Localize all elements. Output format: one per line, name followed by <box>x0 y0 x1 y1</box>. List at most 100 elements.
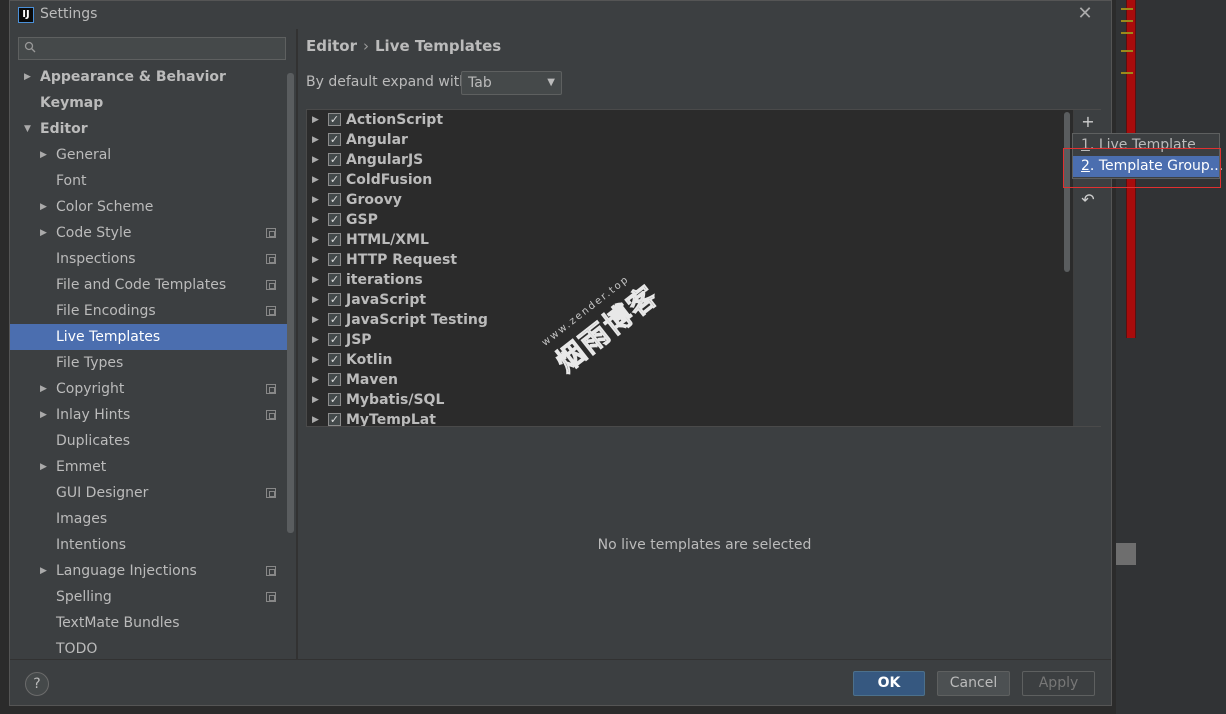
chevron-right-icon[interactable]: ▶ <box>40 558 52 584</box>
sidebar-item[interactable]: GUI Designer <box>10 480 294 506</box>
template-group-row[interactable]: ▶ ✓ HTTP Request <box>307 250 1071 270</box>
group-checkbox[interactable]: ✓ <box>328 233 341 246</box>
group-checkbox[interactable]: ✓ <box>328 133 341 146</box>
chevron-right-icon[interactable]: ▶ <box>312 410 319 426</box>
sidebar-item[interactable]: File Types <box>10 350 294 376</box>
template-group-row[interactable]: ▶ ✓ Maven <box>307 370 1071 390</box>
sidebar-item[interactable]: Live Templates <box>10 324 294 350</box>
search-icon <box>24 41 38 55</box>
sidebar-item[interactable]: Keymap <box>10 90 294 116</box>
sidebar-item-label: Emmet <box>56 459 107 475</box>
group-checkbox[interactable]: ✓ <box>328 293 341 306</box>
sidebar-item[interactable]: Inspections <box>10 246 294 272</box>
template-group-row[interactable]: ▶ ✓ AngularJS <box>307 150 1071 170</box>
sidebar-item[interactable]: Duplicates <box>10 428 294 454</box>
undo-icon[interactable]: ↶ <box>1078 190 1098 210</box>
template-group-row[interactable]: ▶ ✓ iterations <box>307 270 1071 290</box>
group-checkbox[interactable]: ✓ <box>328 393 341 406</box>
chevron-right-icon[interactable]: ▶ <box>312 110 319 130</box>
group-checkbox[interactable]: ✓ <box>328 333 341 346</box>
search-input[interactable] <box>43 38 281 59</box>
group-checkbox[interactable]: ✓ <box>328 353 341 366</box>
template-group-row[interactable]: ▶ ✓ JavaScript <box>307 290 1071 310</box>
chevron-right-icon[interactable]: ▶ <box>312 350 319 370</box>
group-checkbox[interactable]: ✓ <box>328 213 341 226</box>
template-group-row[interactable]: ▶ ✓ ColdFusion <box>307 170 1071 190</box>
sidebar-item[interactable]: ▶ Inlay Hints <box>10 402 294 428</box>
project-scope-icon <box>266 280 276 290</box>
breadcrumb-current: Live Templates <box>375 37 502 55</box>
group-checkbox[interactable]: ✓ <box>328 373 341 386</box>
chevron-right-icon[interactable]: ▶ <box>40 220 52 246</box>
chevron-right-icon[interactable]: ▶ <box>40 142 52 168</box>
sidebar-item[interactable]: Font <box>10 168 294 194</box>
editor-background-left <box>0 0 9 714</box>
chevron-right-icon[interactable]: ▶ <box>312 330 319 350</box>
template-group-row[interactable]: ▶ ✓ Groovy <box>307 190 1071 210</box>
sidebar-item[interactable]: ▶ Language Injections <box>10 558 294 584</box>
group-checkbox[interactable]: ✓ <box>328 253 341 266</box>
group-checkbox[interactable]: ✓ <box>328 193 341 206</box>
chevron-right-icon[interactable]: ▶ <box>312 150 319 170</box>
template-group-row[interactable]: ▶ ✓ JavaScript Testing <box>307 310 1071 330</box>
group-checkbox[interactable]: ✓ <box>328 313 341 326</box>
sidebar-item[interactable]: Spelling <box>10 584 294 610</box>
apply-button[interactable]: Apply <box>1022 671 1095 696</box>
chevron-right-icon[interactable]: ▶ <box>24 64 36 90</box>
close-button[interactable]: ✕ <box>1075 3 1095 25</box>
sidebar-item[interactable]: Intentions <box>10 532 294 558</box>
group-checkbox[interactable]: ✓ <box>328 413 341 426</box>
template-group-row[interactable]: ▶ ✓ Kotlin <box>307 350 1071 370</box>
chevron-down-icon[interactable]: ▼ <box>24 116 36 142</box>
template-group-label: JSP <box>346 332 372 348</box>
search-box[interactable] <box>18 37 286 60</box>
chevron-right-icon[interactable]: ▶ <box>312 210 319 230</box>
sidebar-item[interactable]: TextMate Bundles <box>10 610 294 636</box>
template-group-row[interactable]: ▶ ✓ HTML/XML <box>307 230 1071 250</box>
expand-with-dropdown[interactable]: Tab ▼ <box>461 71 562 95</box>
template-group-row[interactable]: ▶ ✓ Mybatis/SQL <box>307 390 1071 410</box>
sidebar-item[interactable]: File and Code Templates <box>10 272 294 298</box>
sidebar-item[interactable]: ▶ Appearance & Behavior <box>10 64 294 90</box>
help-button[interactable]: ? <box>25 672 49 696</box>
sidebar-item[interactable]: File Encodings <box>10 298 294 324</box>
chevron-right-icon[interactable]: ▶ <box>312 250 319 270</box>
sidebar-item[interactable]: ▶ Copyright <box>10 376 294 402</box>
sidebar-item[interactable]: ▶ Color Scheme <box>10 194 294 220</box>
sidebar-scrollbar[interactable] <box>287 73 294 533</box>
sidebar-item[interactable]: Images <box>10 506 294 532</box>
template-group-row[interactable]: ▶ ✓ MyTempLat <box>307 410 1071 426</box>
sidebar-item[interactable]: ▶ Emmet <box>10 454 294 480</box>
group-checkbox[interactable]: ✓ <box>328 113 341 126</box>
chevron-right-icon[interactable]: ▶ <box>40 376 52 402</box>
chevron-right-icon[interactable]: ▶ <box>312 270 319 290</box>
group-checkbox[interactable]: ✓ <box>328 273 341 286</box>
ok-button[interactable]: OK <box>853 671 925 696</box>
chevron-right-icon[interactable]: ▶ <box>40 454 52 480</box>
chevron-right-icon[interactable]: ▶ <box>312 190 319 210</box>
template-group-row[interactable]: ▶ ✓ GSP <box>307 210 1071 230</box>
chevron-right-icon[interactable]: ▶ <box>312 390 319 410</box>
add-icon[interactable]: + <box>1078 112 1098 132</box>
template-group-row[interactable]: ▶ ✓ JSP <box>307 330 1071 350</box>
sidebar-item-label: Duplicates <box>56 433 130 449</box>
chevron-right-icon[interactable]: ▶ <box>312 130 319 150</box>
sidebar-item-label: Font <box>56 173 87 189</box>
template-group-row[interactable]: ▶ ✓ ActionScript <box>307 110 1071 130</box>
templates-scrollbar[interactable] <box>1064 112 1070 272</box>
group-checkbox[interactable]: ✓ <box>328 173 341 186</box>
chevron-right-icon[interactable]: ▶ <box>312 370 319 390</box>
chevron-right-icon[interactable]: ▶ <box>312 230 319 250</box>
sidebar-item[interactable]: ▶ Code Style <box>10 220 294 246</box>
chevron-right-icon[interactable]: ▶ <box>312 310 319 330</box>
scroll-thumb <box>1116 543 1136 565</box>
group-checkbox[interactable]: ✓ <box>328 153 341 166</box>
chevron-right-icon[interactable]: ▶ <box>312 170 319 190</box>
sidebar-item[interactable]: ▶ General <box>10 142 294 168</box>
template-group-row[interactable]: ▶ ✓ Angular <box>307 130 1071 150</box>
chevron-right-icon[interactable]: ▶ <box>40 194 52 220</box>
chevron-right-icon[interactable]: ▶ <box>40 402 52 428</box>
chevron-right-icon[interactable]: ▶ <box>312 290 319 310</box>
cancel-button[interactable]: Cancel <box>937 671 1010 696</box>
sidebar-item[interactable]: ▼ Editor <box>10 116 294 142</box>
